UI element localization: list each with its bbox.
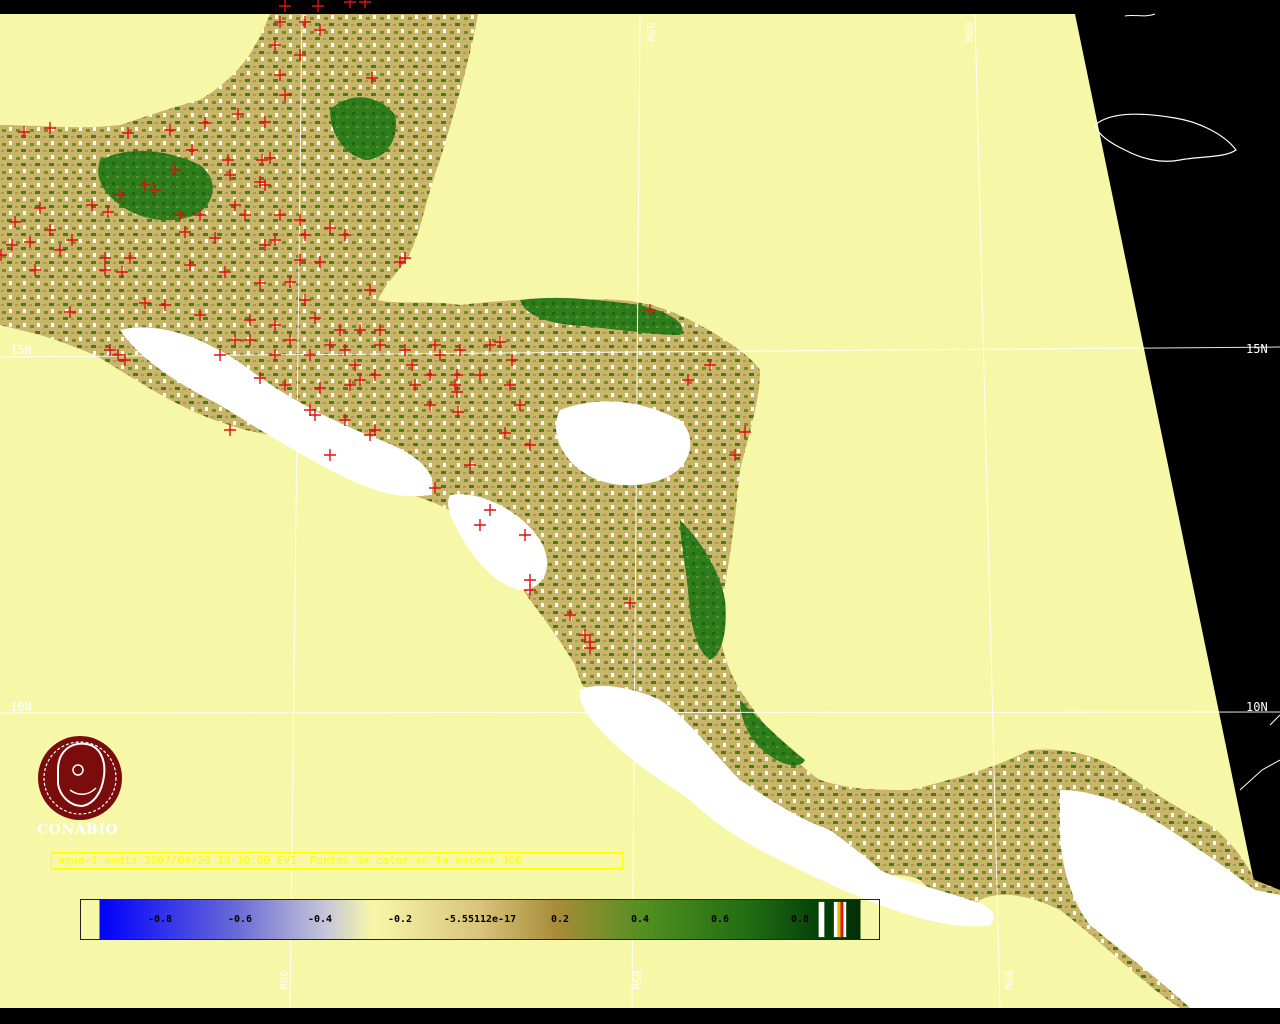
colorbar-tick-label: -0.6: [227, 914, 253, 925]
lon-label-80w-top: 80W: [962, 22, 975, 42]
lat-label-15n-left: 15N: [10, 343, 32, 357]
lon-label-90w-bottom: 90W: [277, 970, 290, 990]
colorbar-tick-label: 0.4: [630, 914, 650, 925]
conabio-logo-text: CONABIO: [37, 822, 119, 838]
colorbar-tick-label: -5.55112e-17: [443, 914, 517, 925]
lat-label-10n-left: 10N: [10, 700, 32, 714]
lon-label-85w-bottom: 85W: [630, 970, 643, 990]
colorbar-tick-label: 0.2: [550, 914, 570, 925]
colorbar-tick-label: -0.2: [387, 914, 413, 925]
colorbar-tick-label: 0.6: [710, 914, 730, 925]
lat-label-10n-right: 10N: [1246, 700, 1268, 714]
satellite-map-view: 15N 15N 10N 10N 85W 80W 90W 85W 80W CONA…: [0, 0, 1280, 1024]
colorbar-tick-label: -0.8: [147, 914, 173, 925]
lat-label-15n-right: 15N: [1246, 342, 1268, 356]
colorbar-tick-label: 0.8: [790, 914, 810, 925]
evi-map-image: [0, 0, 1280, 1024]
lon-label-85w-top: 85W: [644, 22, 657, 42]
scene-caption: aqua-1 modis 2007/04/20 19:10:00 EVI. Pu…: [51, 852, 623, 869]
lon-label-80w-bottom: 80W: [1002, 970, 1015, 990]
colorbar-tick-label: -0.4: [307, 914, 333, 925]
conabio-logo-icon: [38, 736, 122, 820]
